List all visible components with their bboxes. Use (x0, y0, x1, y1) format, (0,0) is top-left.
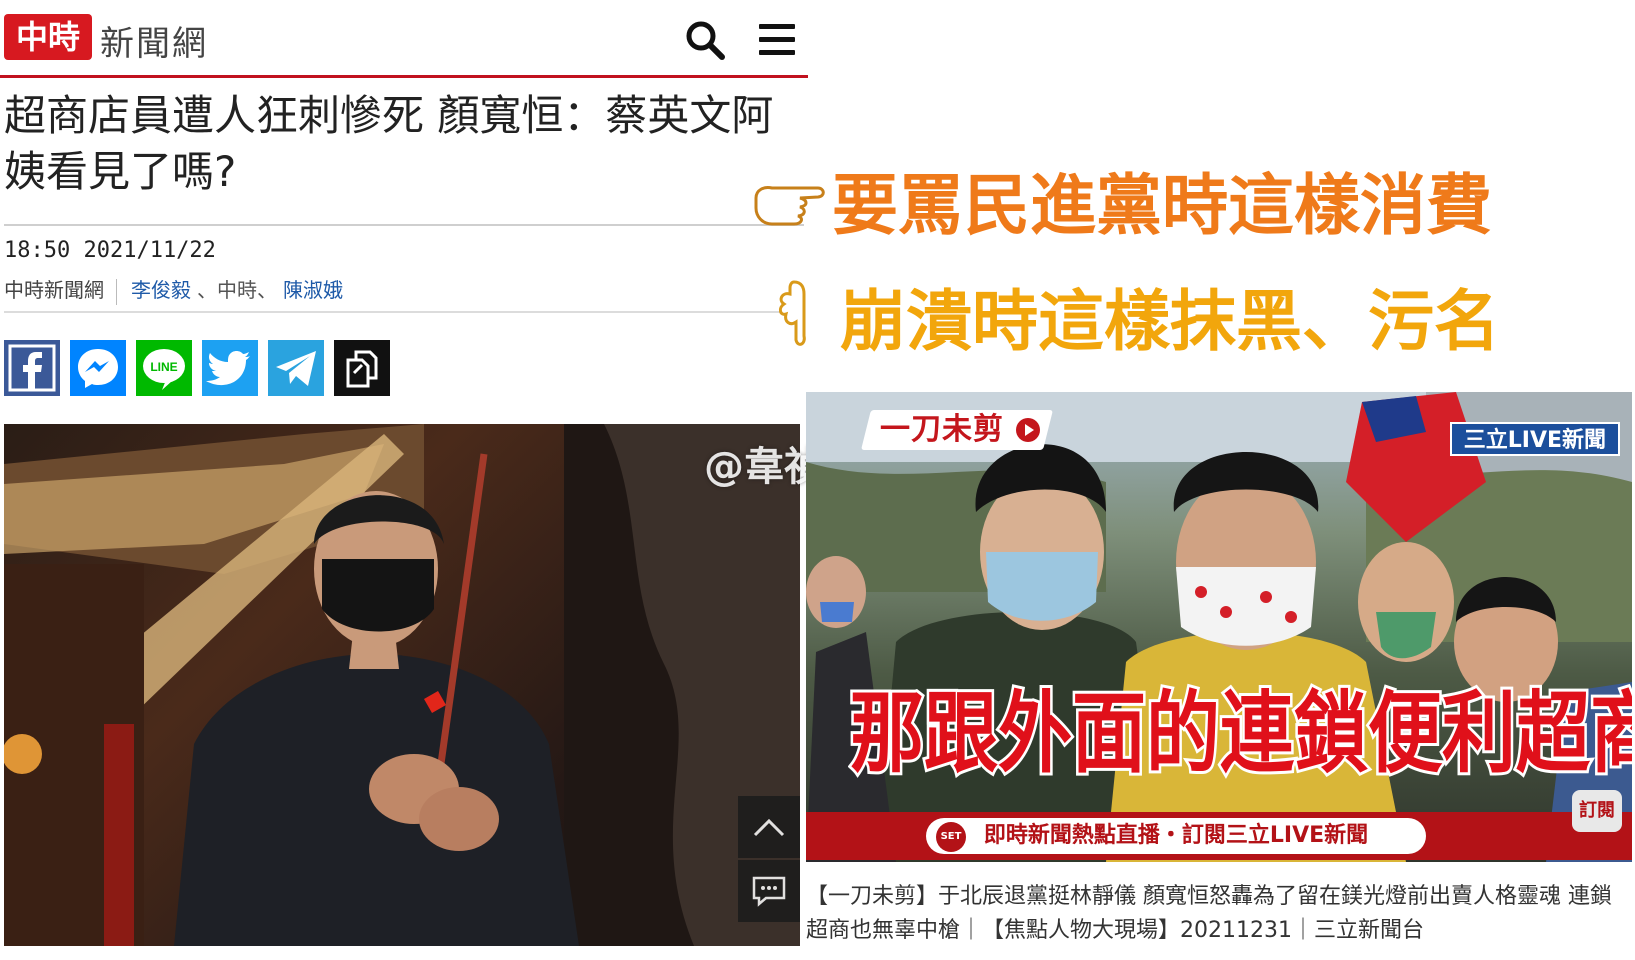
article-byline: 中時新聞網 李俊毅 、中時、 陳淑娥 (4, 274, 343, 305)
scroll-top-button[interactable] (738, 796, 800, 858)
callout-line-2: 崩潰時這樣抹黑、污名 (839, 282, 1502, 362)
svg-text:LINE: LINE (150, 360, 177, 374)
news-site-panel: 中時 新聞網 超商店員遭人狂刺慘死 顏寬恒：蔡英文阿姨看見了嗎? 18:50 2… (0, 0, 808, 960)
subscribe-button[interactable]: 訂閱 (1572, 790, 1622, 832)
video-caption[interactable]: 【一刀未剪】于北辰退黨挺林靜儀 顏寬恒怒轟為了留在鎂光燈前出賣人格靈魂 連鎖超商… (806, 880, 1632, 948)
ticker-text: 即時新聞熱點直播・訂閱三立LIVE新聞 (926, 818, 1426, 854)
article-datetime: 18:50 2021/11/22 (4, 238, 216, 263)
facebook-share-icon (8, 344, 56, 392)
line-share-icon: LINE (143, 349, 185, 390)
program-badge: 一刀未剪 (861, 410, 1053, 450)
divider (4, 224, 804, 226)
video-scene (806, 392, 1632, 862)
pointing-hand-right-icon (754, 186, 825, 226)
author-link-2[interactable]: 陳淑娥 (283, 278, 343, 302)
program-badge-label: 一刀未剪 (880, 412, 1004, 447)
share-bar: LINE (4, 340, 390, 396)
messenger-share-button[interactable] (70, 340, 126, 396)
search-button[interactable] (683, 18, 727, 62)
site-logo-text[interactable]: 新聞網 (100, 16, 208, 65)
messenger-share-icon (78, 349, 118, 388)
play-icon (1016, 418, 1040, 442)
pointing-hand-down-icon (778, 280, 806, 346)
twitter-share-button[interactable] (202, 340, 258, 396)
article-photo-illustration (4, 424, 800, 946)
channel-badge: 三立LIVE新聞 (1449, 422, 1620, 456)
article-headline: 超商店員遭人狂刺慘死 顏寬恒：蔡英文阿姨看見了嗎? (4, 91, 774, 196)
set-logo-icon: SET (936, 822, 966, 852)
comment-button[interactable] (738, 860, 800, 922)
line-share-button[interactable]: LINE (136, 340, 192, 396)
telegram-share-icon (276, 351, 316, 386)
callout-line-1: 要罵民進黨時這樣消費 (831, 166, 1494, 246)
comment-icon (752, 876, 786, 907)
article-photo (4, 424, 800, 946)
facebook-share-button[interactable] (4, 340, 60, 396)
copy-link-icon (346, 350, 378, 388)
video-frame[interactable]: 一刀未剪 三立LIVE新聞 那跟外面的連鎖便利超商 即時新聞熱點直播・訂閱三立L… (806, 392, 1632, 862)
author-link-1[interactable]: 李俊毅 (131, 278, 191, 302)
article-source: 中時新聞網 (4, 278, 104, 302)
copy-link-button[interactable] (334, 340, 390, 396)
menu-button[interactable] (755, 18, 799, 62)
byline-separator (116, 278, 117, 305)
telegram-share-button[interactable] (268, 340, 324, 396)
divider (4, 311, 804, 313)
video-subtitle: 那跟外面的連鎖便利超商 (848, 679, 1633, 788)
site-header: 中時 新聞網 (0, 0, 808, 78)
menu-icon (759, 24, 795, 55)
site-logo-mark[interactable]: 中時 (4, 14, 92, 60)
search-icon (686, 21, 725, 60)
news-ticker: 即時新聞熱點直播・訂閱三立LIVE新聞 SET (806, 812, 1632, 860)
chevron-up-icon (753, 818, 785, 837)
twitter-share-icon (206, 351, 250, 386)
byline-joiner: 、中時、 (197, 278, 277, 302)
